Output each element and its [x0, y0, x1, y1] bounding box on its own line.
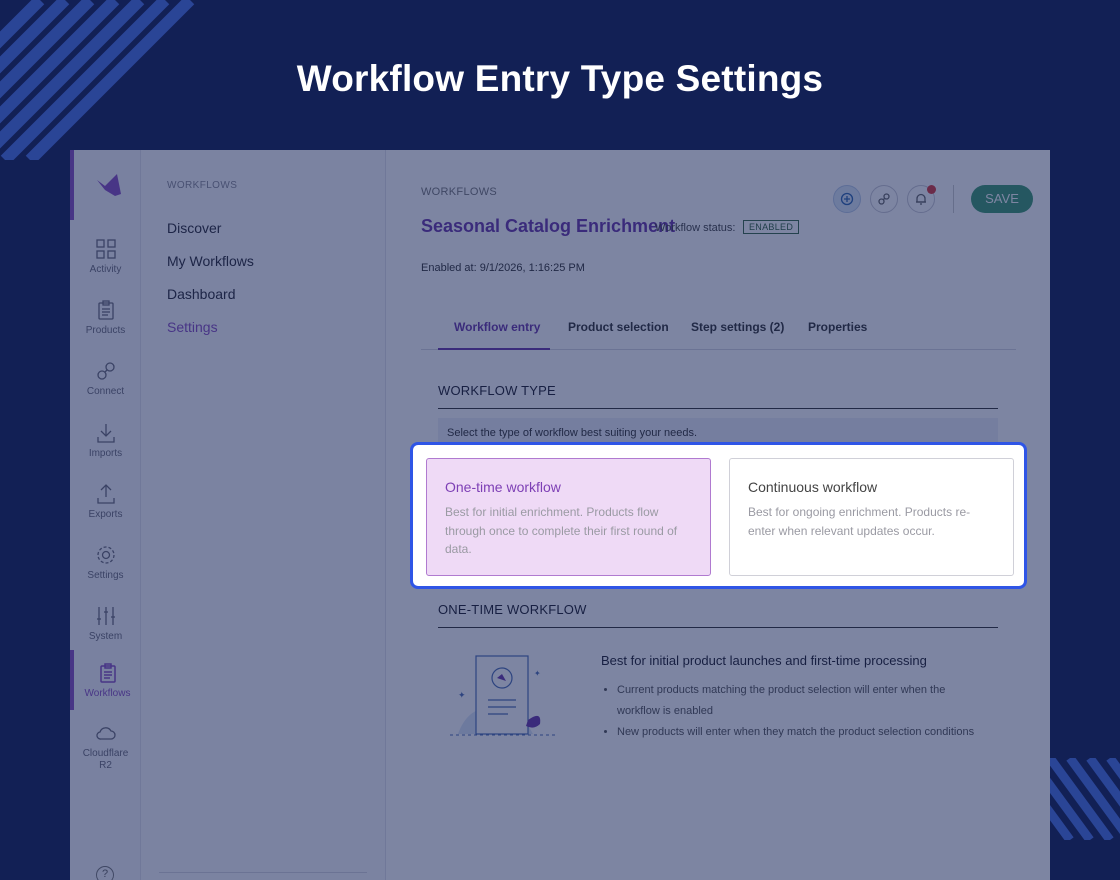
- onetime-workflow-heading: ONE-TIME WORKFLOW: [438, 602, 998, 628]
- svg-text:✦: ✦: [534, 669, 541, 678]
- svg-text:✦: ✦: [458, 691, 466, 701]
- notifications-button[interactable]: [907, 185, 936, 213]
- logo-icon: [96, 174, 121, 196]
- option-description: Best for initial enrichment. Products fl…: [445, 505, 678, 556]
- rail-label: Connect: [86, 385, 125, 397]
- rail-item-workflows[interactable]: Workflows: [70, 650, 141, 710]
- link-icon: [96, 361, 115, 380]
- rail-item-settings[interactable]: Settings: [70, 532, 141, 592]
- nav-item-my-workflows[interactable]: My Workflows: [167, 253, 254, 269]
- workflow-icon: [99, 662, 116, 683]
- rail-item-connect[interactable]: Connect: [70, 348, 141, 408]
- link-button[interactable]: [870, 185, 898, 213]
- rail-item-imports[interactable]: Imports: [70, 410, 141, 470]
- grid-icon: [95, 238, 116, 259]
- assistant-button[interactable]: [833, 185, 861, 213]
- cloud-icon: [95, 727, 116, 740]
- tab-bar: Workflow entry Product selection Step se…: [421, 320, 1016, 350]
- notification-dot: [927, 185, 936, 194]
- tab-step-settings[interactable]: Step settings (2): [691, 320, 784, 350]
- workflows-nav: WORKFLOWS Discover My Workflows Dashboar…: [141, 150, 386, 880]
- nav-item-settings[interactable]: Settings: [167, 319, 218, 335]
- gear-icon: [96, 545, 115, 564]
- rail-label: Cloudflare R2: [82, 748, 129, 771]
- chain-icon: [878, 193, 890, 205]
- divider: [159, 872, 367, 873]
- divider: [953, 185, 954, 213]
- page-title: Seasonal Catalog Enrichment: [421, 216, 676, 236]
- brain-icon: [840, 192, 854, 206]
- onetime-bullets: Current products matching the product se…: [601, 680, 991, 743]
- continuous-workflow-option[interactable]: Continuous workflow Best for ongoing enr…: [729, 458, 1014, 576]
- rail-item-cloudflare-r2[interactable]: Cloudflare R2: [70, 712, 141, 782]
- document-illustration: ✦ ✦: [450, 655, 556, 736]
- save-button[interactable]: SAVE: [971, 185, 1033, 213]
- page-headline: Workflow Entry Type Settings: [296, 58, 824, 99]
- onetime-subheading: Best for initial product launches and fi…: [601, 653, 927, 668]
- option-description: Best for ongoing enrichment. Products re…: [748, 505, 971, 538]
- icon-rail: Activity Products Connect Imports Export…: [70, 150, 141, 880]
- rail-label: System: [88, 630, 123, 642]
- clipboard-icon: [97, 299, 114, 320]
- rail-item-exports[interactable]: Exports: [70, 471, 141, 531]
- tab-product-selection[interactable]: Product selection: [568, 320, 669, 350]
- decorative-stripes: [1050, 758, 1120, 840]
- tab-properties[interactable]: Properties: [808, 320, 867, 350]
- app-logo[interactable]: [70, 150, 141, 220]
- rail-label: Settings: [87, 569, 124, 581]
- option-title: Continuous workflow: [748, 479, 878, 495]
- workflow-type-heading: WORKFLOW TYPE: [438, 383, 998, 409]
- onetime-workflow-option[interactable]: One-time workflow Best for initial enric…: [426, 458, 711, 576]
- upload-icon: [96, 483, 115, 504]
- status-label: Workflow status:: [655, 222, 736, 234]
- enabled-timestamp: Enabled at: 9/1/2026, 1:16:25 PM: [421, 262, 585, 274]
- nav-item-dashboard[interactable]: Dashboard: [167, 286, 236, 302]
- rail-item-system[interactable]: System: [70, 593, 141, 653]
- breadcrumb[interactable]: WORKFLOWS: [421, 186, 497, 198]
- nav-section-title: WORKFLOWS: [167, 180, 238, 191]
- nav-item-discover[interactable]: Discover: [167, 220, 221, 236]
- rail-label: Exports: [88, 508, 123, 520]
- rail-label: Activity: [89, 263, 122, 275]
- tab-workflow-entry[interactable]: Workflow entry: [438, 320, 550, 350]
- help-icon[interactable]: ?: [96, 866, 114, 880]
- workflow-type-selector: One-time workflow Best for initial enric…: [410, 442, 1027, 589]
- download-icon: [96, 423, 115, 443]
- list-item: New products will enter when they match …: [617, 722, 991, 743]
- sliders-icon: [96, 606, 115, 625]
- status-badge: ENABLED: [743, 220, 800, 234]
- rail-label: Workflows: [84, 687, 131, 699]
- rail-label: Products: [85, 324, 126, 336]
- rail-item-activity[interactable]: Activity: [70, 226, 141, 286]
- list-item: Current products matching the product se…: [617, 680, 991, 722]
- rail-label: Imports: [88, 447, 123, 459]
- option-title: One-time workflow: [445, 479, 561, 495]
- bell-icon: [916, 193, 926, 205]
- rail-item-products[interactable]: Products: [70, 287, 141, 347]
